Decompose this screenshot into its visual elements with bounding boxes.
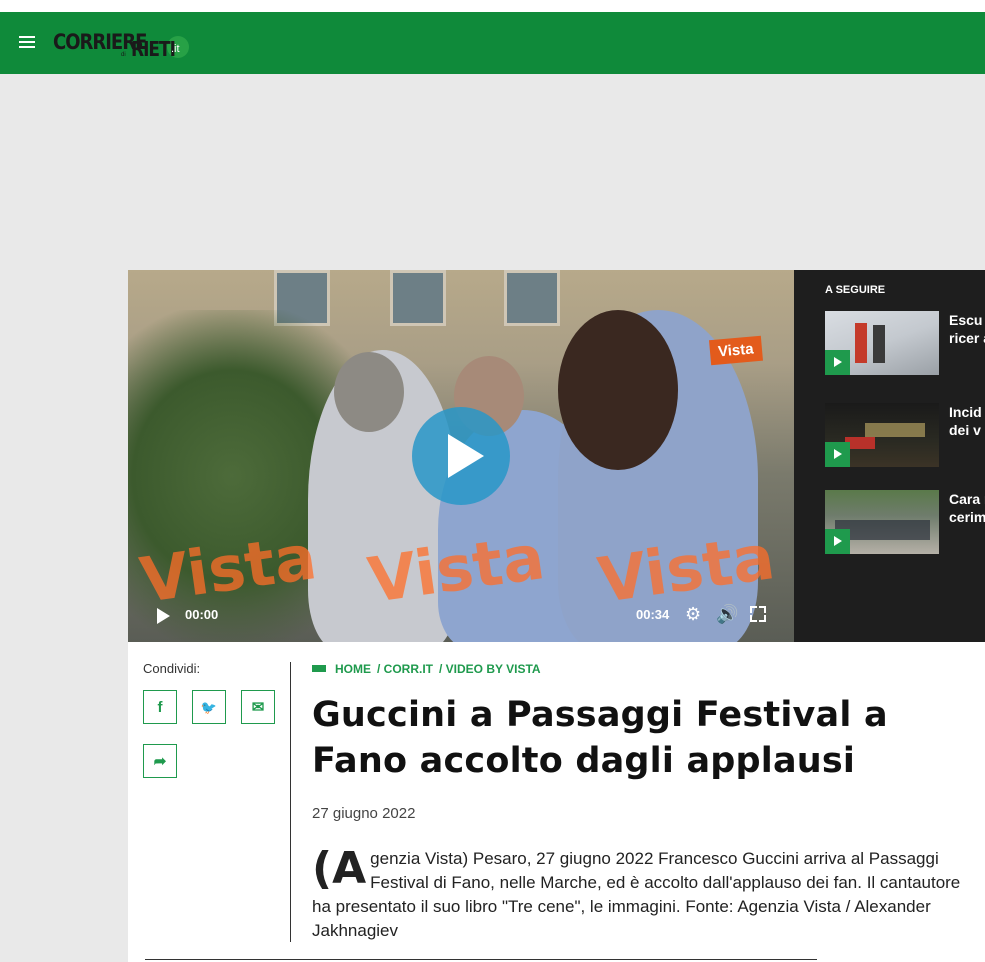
video-person-hair <box>558 310 678 470</box>
article-title: Guccini a Passaggi Festival a Fano accol… <box>312 695 888 781</box>
video-person-head <box>334 352 404 432</box>
video-controls: 00:00 00:34 ⚙ 🔊 <box>128 594 794 642</box>
divider <box>290 662 291 942</box>
channel-logo: Vista <box>709 335 763 366</box>
article-container: Vista Vista Vista Vista 00:00 00:34 ⚙ 🔊 … <box>128 270 985 962</box>
play-icon <box>825 350 850 375</box>
hamburger-menu-icon[interactable] <box>19 36 35 50</box>
up-next-label: Incid pers dei v <box>949 404 985 438</box>
big-play-button[interactable] <box>412 407 510 505</box>
up-next-item[interactable]: Incid pers dei v <box>825 403 985 467</box>
fullscreen-icon[interactable] <box>750 606 766 622</box>
twitter-icon: 🐦 <box>200 700 218 715</box>
breadcrumb-home[interactable]: HOME <box>335 662 371 676</box>
facebook-icon: f <box>157 699 163 716</box>
up-next-label: Cara milit cerim <box>949 491 985 525</box>
share-icon: ➦ <box>153 753 167 770</box>
breadcrumb: HOME / CORR.IT / VIDEO BY VISTA <box>312 662 547 676</box>
up-next-label: Escu sui M ricer alpin <box>949 312 985 346</box>
video-bg-window <box>390 270 446 326</box>
video-bg-window <box>504 270 560 326</box>
play-icon <box>825 442 850 467</box>
email-share-button[interactable]: ✉ <box>241 690 275 724</box>
video-player[interactable]: Vista Vista Vista Vista 00:00 00:34 ⚙ 🔊 <box>128 270 794 642</box>
up-next-panel: A SEGUIRE Escu sui M ricer alpin Incid p… <box>794 270 985 642</box>
email-icon: ✉ <box>251 699 265 716</box>
settings-gear-icon[interactable]: ⚙ <box>685 605 703 623</box>
up-next-item[interactable]: Escu sui M ricer alpin <box>825 311 985 375</box>
facebook-share-button[interactable]: f <box>143 690 177 724</box>
up-next-item[interactable]: Cara milit cerim <box>825 490 985 554</box>
play-icon <box>825 529 850 554</box>
up-next-thumbnail <box>825 403 939 467</box>
drop-cap: (A <box>312 843 367 894</box>
twitter-share-button[interactable]: 🐦 <box>192 690 226 724</box>
up-next-thumbnail <box>825 311 939 375</box>
logo-tld: .it <box>171 43 180 55</box>
article-date: 27 giugno 2022 <box>312 805 416 822</box>
breadcrumb-marker <box>312 665 326 672</box>
up-next-title: A SEGUIRE <box>825 284 886 296</box>
current-time: 00:00 <box>185 607 219 622</box>
play-icon[interactable] <box>157 608 170 624</box>
top-strip <box>0 0 985 12</box>
logo-word-rieti: RIETI <box>131 38 176 62</box>
article-body-text: genzia Vista) Pesaro, 27 giugno 2022 Fra… <box>312 849 961 940</box>
more-share-button[interactable]: ➦ <box>143 744 177 778</box>
share-label: Condividi: <box>143 661 201 676</box>
volume-icon[interactable]: 🔊 <box>716 604 738 625</box>
divider <box>145 959 817 960</box>
breadcrumb-section[interactable]: / CORR.IT <box>377 662 433 676</box>
article-body: (A genzia Vista) Pesaro, 27 giugno 2022 F… <box>312 847 962 943</box>
duration: 00:34 <box>636 607 670 622</box>
breadcrumb-subsection[interactable]: / VIDEO BY VISTA <box>439 662 541 676</box>
up-next-thumbnail <box>825 490 939 554</box>
logo-word-di: di <box>121 52 126 58</box>
site-header: CORRIERE di RIETI .it <box>0 12 985 74</box>
